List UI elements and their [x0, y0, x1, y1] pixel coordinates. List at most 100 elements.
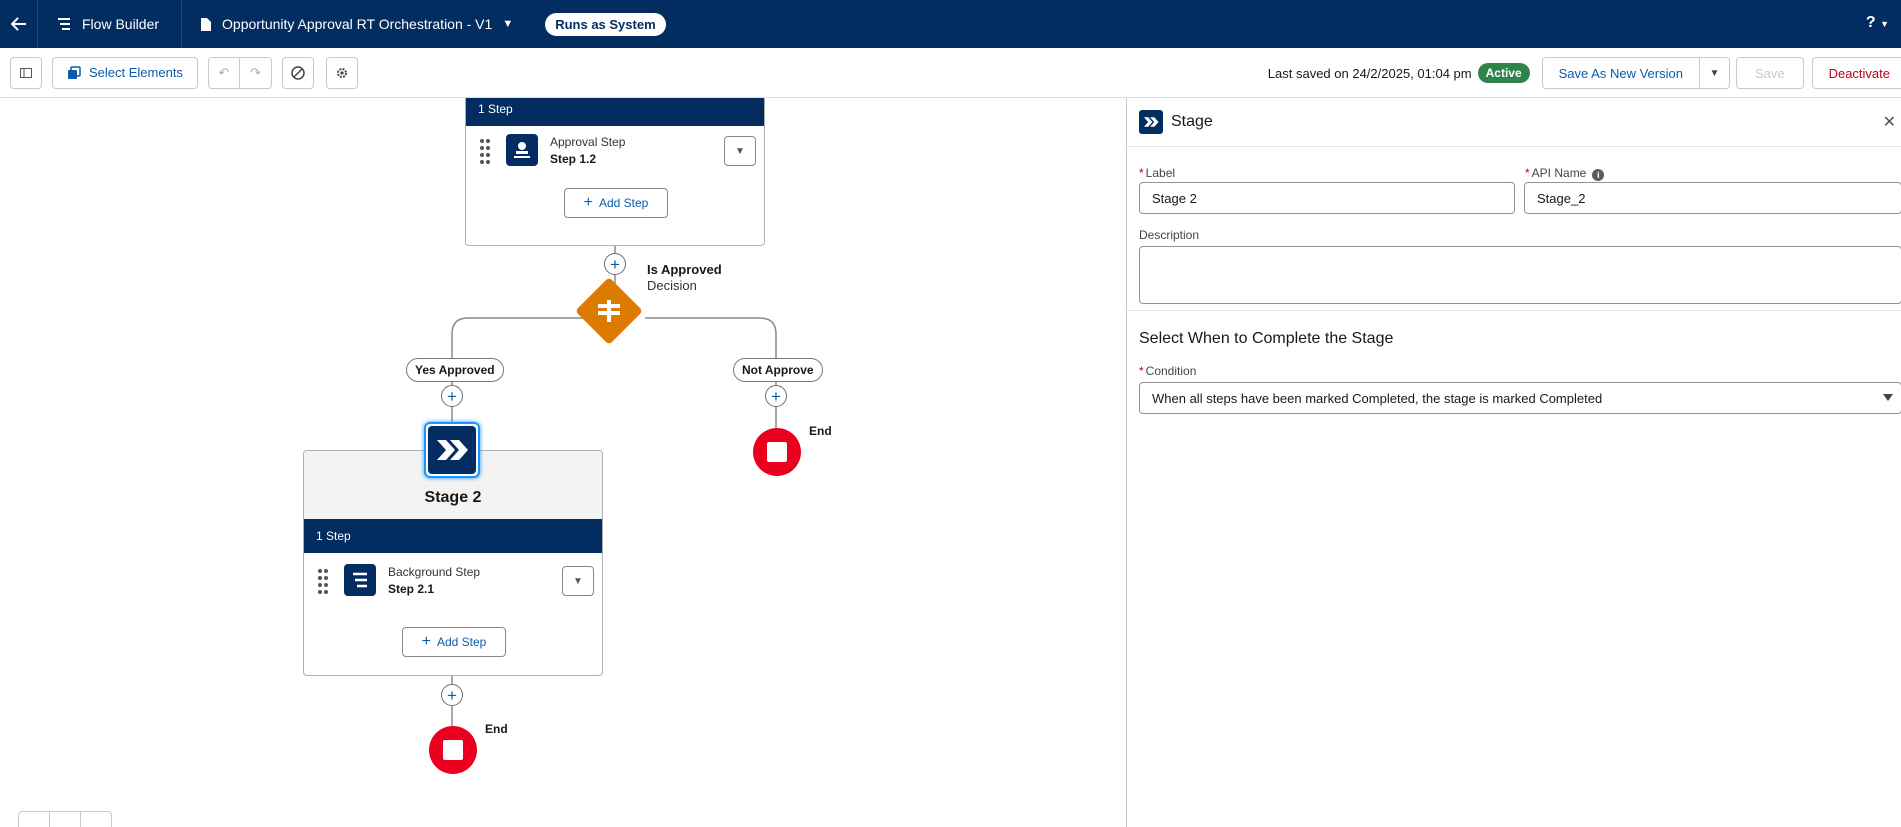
- api-name-field-text: API Name: [1531, 166, 1587, 180]
- end-node[interactable]: [753, 428, 801, 476]
- fit-view-button[interactable]: [50, 812, 81, 827]
- help-menu[interactable]: ? ▼: [1866, 14, 1889, 32]
- chevron-down-icon[interactable]: ▼: [502, 18, 513, 30]
- last-saved-text: Last saved on 24/2/2025, 01:04 pm: [1267, 65, 1472, 81]
- status-badge: Active: [1477, 63, 1530, 83]
- stage-1-step-row[interactable]: Approval Step Step 1.2 ▼: [466, 126, 764, 176]
- branch-not-approve[interactable]: Not Approve: [733, 358, 823, 382]
- stage-node-selected[interactable]: [424, 422, 480, 478]
- save-as-new-version-button[interactable]: Save As New Version: [1541, 57, 1700, 89]
- save-options-dropdown[interactable]: ▼: [1699, 57, 1730, 89]
- stage-icon: [428, 426, 476, 474]
- label-field-label: * Label: [1139, 166, 1176, 180]
- drag-handle-icon[interactable]: [318, 568, 328, 594]
- undo-button[interactable]: ↶: [207, 56, 240, 89]
- drag-handle-icon[interactable]: [480, 138, 490, 164]
- stage-1-step-count: 1 Step: [466, 98, 764, 126]
- background-step-icon: [344, 564, 376, 596]
- stage-icon: [1139, 110, 1163, 134]
- step-name: Step 2.1: [388, 582, 435, 596]
- approval-step-icon: [506, 134, 538, 166]
- app-brand[interactable]: Flow Builder: [38, 0, 183, 48]
- add-step-button[interactable]: + Add Step: [402, 627, 506, 657]
- stop-icon: [443, 740, 463, 760]
- chevron-down-icon: ▼: [1709, 67, 1720, 79]
- flow-canvas[interactable]: 1 Step Approval Step Step 1.2 ▼ + Add St…: [0, 98, 1126, 827]
- chevron-down-icon: ▼: [573, 575, 583, 587]
- branch-yes-approved[interactable]: Yes Approved: [406, 358, 504, 382]
- api-name-input[interactable]: [1524, 182, 1901, 214]
- step-menu-button[interactable]: ▼: [724, 136, 756, 166]
- add-element-node[interactable]: +: [765, 385, 787, 407]
- close-icon[interactable]: ✕: [1883, 112, 1896, 132]
- end-label: End: [485, 722, 508, 736]
- stage-2-card[interactable]: Stage 2 1 Step Background Step Step 2.1 …: [303, 450, 603, 676]
- deactivate-button[interactable]: Deactivate: [1811, 57, 1901, 89]
- condition-field-label: * Condition: [1139, 364, 1197, 378]
- redo-button[interactable]: ↷: [239, 56, 272, 89]
- panel-header: Stage ✕: [1127, 98, 1901, 147]
- decision-title: Is Approved: [647, 262, 722, 277]
- step-menu-button[interactable]: ▼: [562, 566, 594, 596]
- gear-icon: [336, 67, 347, 78]
- label-input[interactable]: [1139, 182, 1515, 214]
- add-icon: +: [583, 194, 593, 211]
- top-bar: Flow Builder Opportunity Approval RT Orc…: [0, 0, 1901, 48]
- app-name: Flow Builder: [82, 16, 160, 32]
- add-element-node[interactable]: +: [604, 253, 626, 275]
- redo-icon: ↷: [249, 64, 261, 80]
- toggle-panel-button[interactable]: [10, 56, 42, 89]
- chevron-down-icon: ▼: [1880, 19, 1889, 29]
- chevron-down-icon: ▼: [735, 145, 745, 157]
- label-field-text: Label: [1145, 166, 1176, 180]
- section-divider: [1127, 310, 1901, 311]
- info-icon[interactable]: i: [1592, 169, 1605, 181]
- properties-panel: Stage ✕ *Label *API Namei Description Se…: [1126, 98, 1901, 827]
- flow-icon: [58, 18, 70, 30]
- api-name-field-label: * API Name i: [1525, 166, 1605, 181]
- decision-icon: [598, 300, 620, 322]
- select-elements-button[interactable]: Select Elements: [52, 56, 198, 89]
- step-name: Step 1.2: [550, 152, 597, 166]
- select-elements-label: Select Elements: [89, 65, 183, 80]
- back-button[interactable]: [0, 0, 38, 48]
- section-title: Select When to Complete the Stage: [1139, 330, 1394, 347]
- debug-button[interactable]: [281, 56, 314, 89]
- step-type: Approval Step: [550, 135, 626, 149]
- decision-type: Decision: [647, 278, 697, 293]
- zoom-in-button[interactable]: [81, 812, 111, 827]
- undo-redo-group: ↶ ↷: [207, 56, 272, 89]
- flow-name: Opportunity Approval RT Orchestration - …: [222, 16, 493, 32]
- condition-field-text: Condition: [1145, 364, 1197, 378]
- stage-2-step-count: 1 Step: [304, 519, 602, 553]
- save-button[interactable]: Save: [1735, 57, 1804, 89]
- zoom-out-button[interactable]: [19, 812, 50, 827]
- undo-icon: ↶: [218, 64, 230, 80]
- toolbar: Select Elements ↶ ↷ Last saved on 24/2/2…: [0, 48, 1901, 98]
- step-type: Background Step: [388, 565, 481, 579]
- step-count-label: 1 Step: [316, 529, 351, 543]
- back-arrow-icon: [10, 17, 26, 31]
- end-node[interactable]: [429, 726, 477, 774]
- end-label: End: [809, 424, 832, 438]
- help-icon: ?: [1865, 14, 1876, 31]
- stage-title: Stage 2: [424, 489, 482, 506]
- panel-title: Stage: [1171, 113, 1213, 130]
- description-field-label: Description: [1139, 228, 1200, 242]
- ban-icon: [291, 65, 305, 80]
- add-step-button[interactable]: + Add Step: [564, 188, 668, 218]
- add-step-label: Add Step: [436, 635, 487, 649]
- condition-select[interactable]: When all steps have been marked Complete…: [1139, 382, 1901, 414]
- stage-1-card[interactable]: 1 Step Approval Step Step 1.2 ▼ + Add St…: [465, 98, 765, 246]
- stage-2-step-row[interactable]: Background Step Step 2.1 ▼: [304, 556, 602, 606]
- description-textarea[interactable]: [1139, 246, 1901, 304]
- add-icon: +: [421, 633, 431, 650]
- runs-as-badge[interactable]: Runs as System: [545, 12, 666, 36]
- settings-button[interactable]: [325, 56, 358, 89]
- add-element-node[interactable]: +: [441, 684, 463, 706]
- add-element-node[interactable]: +: [441, 385, 463, 407]
- zoom-controls[interactable]: [18, 811, 112, 827]
- flow-name-menu[interactable]: Opportunity Approval RT Orchestration - …: [182, 0, 529, 48]
- condition-value: When all steps have been marked Complete…: [1152, 391, 1603, 406]
- chevron-down-icon: [1883, 394, 1893, 401]
